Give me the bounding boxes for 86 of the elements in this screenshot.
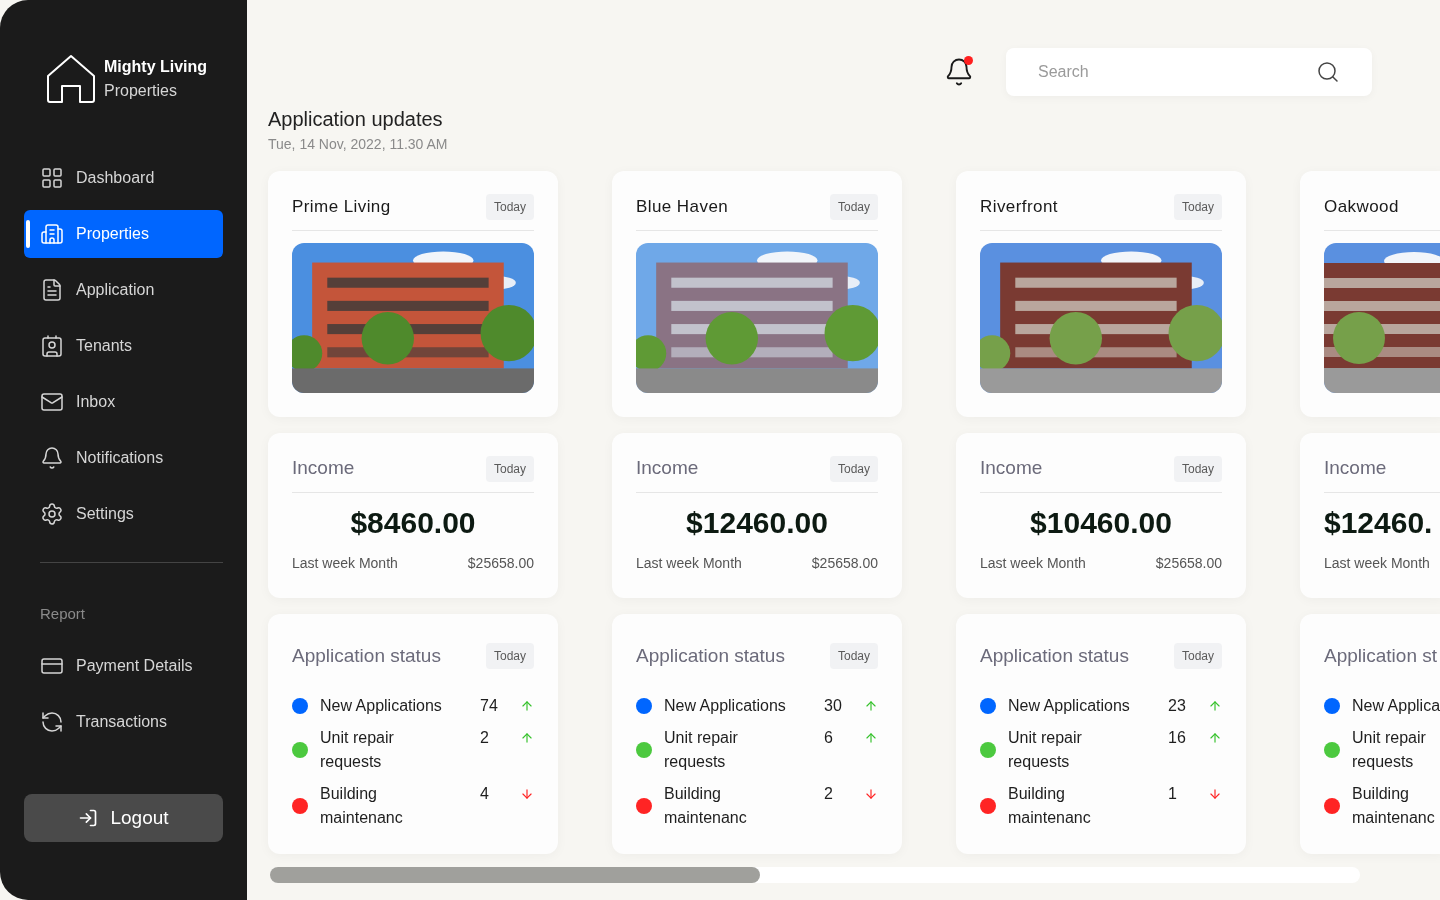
income-amount: $8460.00	[349, 505, 477, 541]
status-count: 16	[1168, 728, 1187, 748]
search-input[interactable]: Search	[1038, 60, 1316, 84]
page-date: Tue, 14 Nov, 2022, 11.30 AM	[268, 135, 449, 154]
footer-label: Last week Month	[980, 554, 1086, 573]
nav-item[interactable]: Settings	[24, 490, 223, 538]
today-badge: Today	[1173, 455, 1222, 482]
today-badge: Today	[829, 193, 878, 220]
grid-icon	[40, 166, 64, 190]
notification-button[interactable]	[944, 57, 974, 87]
income-amount: $10460.00	[1029, 505, 1173, 541]
status-label: Unit repair requests	[1008, 728, 1083, 772]
contact-card-icon	[40, 334, 64, 358]
status-count: 30	[824, 696, 843, 716]
today-badge: Today	[485, 643, 534, 669]
status-count: 2	[824, 784, 834, 804]
status-count: 4	[480, 784, 490, 804]
nav-item[interactable]: Dashboard	[24, 154, 223, 202]
nav-item[interactable]: Notifications	[24, 434, 223, 482]
status-label: Building maintenanc	[1008, 784, 1092, 828]
search-icon	[1316, 60, 1340, 84]
footer-value: $25658.00	[1155, 554, 1222, 573]
card-title: Application status	[636, 643, 785, 668]
status-label: Unit repair requests	[320, 728, 395, 772]
footer-label: Last week Month	[636, 554, 742, 573]
cycle-arrows-icon	[40, 709, 64, 734]
arrow-bracket-icon	[78, 808, 99, 828]
logout-button[interactable]: Logout	[24, 794, 223, 842]
page-title: Application updates	[268, 107, 444, 132]
scrollbar-track[interactable]	[270, 867, 1360, 883]
brand-name: Mighty Living	[104, 57, 208, 77]
status-count: 1	[1168, 784, 1178, 804]
status-count: 23	[1168, 696, 1187, 716]
nav-item[interactable]: Application	[24, 266, 223, 314]
bell-icon	[944, 57, 974, 87]
card-title: Application status	[980, 643, 1129, 668]
scrollbar-thumb[interactable]	[270, 867, 760, 883]
nav-item[interactable]: Transactions	[24, 697, 223, 746]
card-title: Application status	[292, 643, 441, 668]
footer-label: Last week Month	[292, 554, 398, 573]
status-count: 74	[480, 696, 499, 716]
settings-icon	[40, 502, 64, 526]
income-amount: $12460.00	[685, 505, 829, 541]
nav-item[interactable]: Inbox	[24, 378, 223, 426]
nav-item[interactable]: Payment Details	[24, 641, 223, 690]
today-badge: Today	[1173, 643, 1222, 669]
property-name: Blue Haven	[636, 195, 729, 218]
property-name: Oakwood	[1324, 195, 1399, 218]
status-count: 2	[480, 728, 490, 748]
status-label: New Applications	[1008, 696, 1131, 716]
status-label: New Applica	[1352, 696, 1440, 716]
footer-label: Last week Month	[1324, 554, 1430, 573]
search-field[interactable]: Search	[1006, 48, 1372, 96]
today-badge: Today	[485, 455, 534, 482]
status-label: Unit repair requests	[1352, 728, 1427, 772]
card-title: Income	[980, 456, 1043, 481]
active-indicator	[26, 220, 30, 248]
card-title: Income	[292, 456, 355, 481]
card-title: Income	[1324, 456, 1387, 481]
income-amount: $12460.	[1324, 505, 1434, 541]
today-badge: Today	[829, 455, 878, 482]
nav-item[interactable]: Properties	[24, 210, 223, 258]
status-count: 6	[824, 728, 834, 748]
status-label: Building maintenanc	[664, 784, 748, 828]
nav-item[interactable]: Tenants	[24, 322, 223, 370]
section-heading: Report	[40, 604, 87, 624]
building-icon	[40, 222, 64, 246]
footer-value: $25658.00	[467, 554, 534, 573]
property-name: Riverfront	[980, 195, 1058, 218]
status-label: Building maintenanc	[320, 784, 404, 828]
today-badge: Today	[485, 193, 534, 220]
brand-subtitle: Properties	[104, 81, 178, 101]
card-title: Income	[636, 456, 699, 481]
status-label: Unit repair requests	[664, 728, 739, 772]
footer-value: $25658.00	[811, 554, 878, 573]
card-title: Application st	[1324, 643, 1437, 668]
today-badge: Today	[829, 643, 878, 669]
property-name: Prime Living	[292, 195, 391, 218]
document-icon	[40, 278, 64, 302]
house-logo-icon	[46, 54, 96, 104]
status-label: Building maintenanc	[1352, 784, 1436, 828]
status-label: New Applications	[664, 696, 787, 716]
status-label: New Applications	[320, 696, 443, 716]
today-badge: Today	[1173, 193, 1222, 220]
mail-icon	[40, 390, 64, 414]
bell-icon	[40, 446, 64, 470]
